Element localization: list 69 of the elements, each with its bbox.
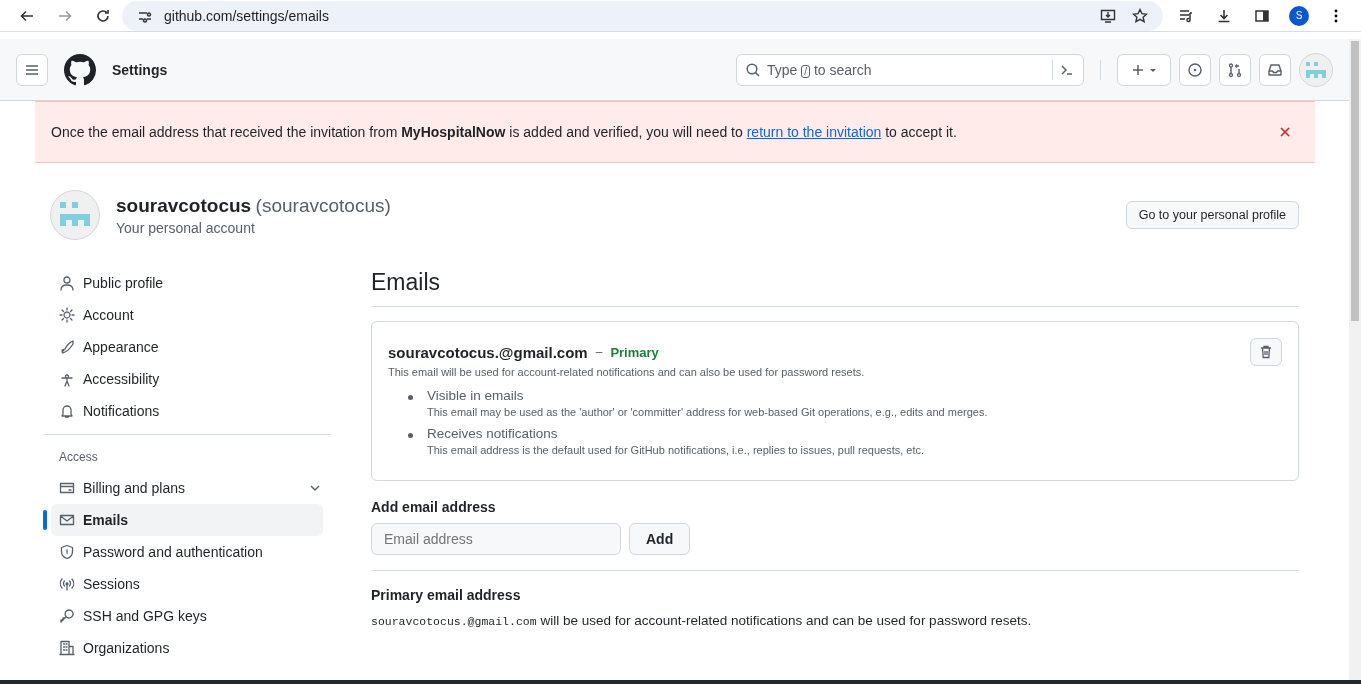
broadcast-icon (59, 576, 75, 592)
close-icon[interactable] (1279, 126, 1291, 138)
sidebar-item[interactable]: Sessions (43, 568, 331, 600)
bullet-icon (408, 433, 413, 438)
setting-title: Receives notifications (427, 426, 559, 441)
section-heading: Access (58, 449, 99, 466)
bell-icon (59, 403, 75, 419)
email-address: souravcotocus.@gmail.com (388, 343, 588, 361)
person-icon (59, 275, 75, 291)
sidebar-item[interactable]: SSH and GPG keys (43, 600, 331, 632)
sidebar-item[interactable]: Public profile (43, 267, 331, 299)
sidebar-item[interactable]: Appearance (43, 331, 331, 363)
field-label: Add email address (371, 499, 497, 515)
primary-email-text: souravcotocus.@gmail.com will be used for account-related notifications and can be used for password resets. (371, 613, 1033, 628)
user-avatar (50, 190, 100, 240)
sidebar-item[interactable]: Billing and plans (43, 472, 331, 504)
sidebar-item[interactable]: Organizations (43, 632, 331, 664)
profile-avatar[interactable]: S (1289, 5, 1309, 26)
envelope-icon (59, 512, 75, 528)
paintbrush-icon (59, 339, 75, 355)
search-field[interactable]: Type / to search (736, 53, 1084, 86)
email-description: This email will be used for account-related notifications and can also be used for password resets. (388, 366, 866, 378)
star-icon[interactable] (1132, 7, 1148, 24)
delete-button[interactable] (1250, 338, 1282, 366)
setting-description: This email address is the default used for GitHub notifications, i.e., replies to issues, pull requests, etc. (427, 444, 925, 456)
setting-description: This email may be used as the 'author' or 'committer' address for web-based Git operations, e.g., edits and merges. (427, 406, 988, 418)
account-type: Your personal account (116, 219, 256, 236)
add-button[interactable]: Add (629, 523, 691, 555)
page-context-title: Settings (112, 61, 168, 78)
page-heading: Emails (371, 269, 1299, 307)
section-heading: Primary email address (371, 587, 522, 603)
create-new-button[interactable] (1117, 53, 1171, 86)
setting-title: Visible in emails (427, 388, 525, 403)
install-icon[interactable] (1100, 7, 1116, 24)
personal-profile-button[interactable]: Go to your personal profile (1125, 201, 1299, 229)
url-text: github.com/settings/emails (164, 7, 329, 24)
download-icon[interactable] (1216, 7, 1232, 24)
shield-icon (59, 544, 75, 560)
user-handle: (souravcotocus) (255, 194, 391, 216)
search-icon (745, 61, 761, 78)
octocat-logo-icon[interactable] (64, 53, 96, 86)
banner-message: Once the email address that received the invitation from MyHospitalNow is added and verified, you will need to return to the invitation to accept it. (51, 124, 958, 140)
email-input-field[interactable]: Email address (371, 523, 621, 555)
address-bar[interactable]: github.com/settings/emails (122, 0, 1163, 31)
menu-button[interactable] (16, 53, 48, 86)
accessibility-icon (59, 371, 75, 387)
pull-request-icon (1227, 61, 1243, 78)
invitation-link[interactable]: return to the invitation (746, 124, 882, 140)
building-icon (59, 640, 75, 656)
credit-card-icon (59, 480, 75, 496)
trash-icon (1258, 344, 1274, 360)
issues-button[interactable] (1179, 53, 1211, 86)
sidebar-item[interactable]: Account (43, 299, 331, 331)
reload-icon[interactable] (95, 7, 111, 24)
circle-dot-icon (1187, 61, 1203, 78)
separator-dash: – (595, 345, 603, 359)
key-icon (59, 608, 75, 624)
side-panel-icon[interactable] (1254, 7, 1270, 24)
inbox-icon (1267, 61, 1283, 78)
bullet-icon (408, 395, 413, 400)
primary-label: Primary (610, 344, 659, 360)
user-name: souravcotocus (116, 194, 252, 216)
sidebar-item[interactable]: Password and authentication (43, 536, 331, 568)
sidebar-item[interactable]: Accessibility (43, 363, 331, 395)
inbox-button[interactable] (1259, 53, 1291, 86)
sidebar-item[interactable]: Notifications (43, 395, 331, 427)
scrollbar[interactable] (1349, 39, 1361, 680)
pull-requests-button[interactable] (1219, 53, 1251, 86)
media-icon[interactable] (1178, 7, 1194, 24)
